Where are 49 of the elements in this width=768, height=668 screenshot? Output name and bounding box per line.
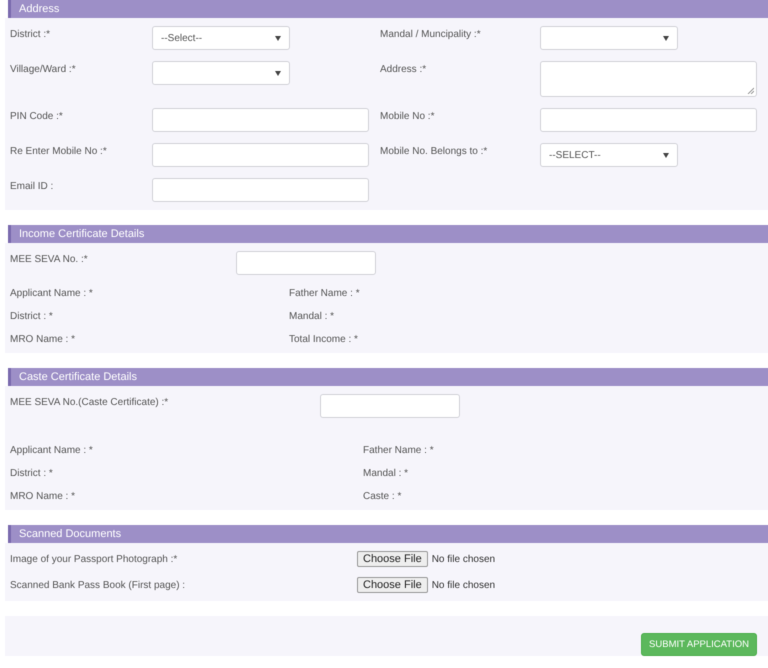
field-label: Mandal / Muncipality :*	[380, 28, 482, 40]
choose-file-button[interactable]: Choose File	[357, 577, 428, 593]
choose-file-button[interactable]: Choose File	[357, 551, 428, 567]
field-label: Father Name : *	[289, 288, 361, 299]
dropdown-caret-icon	[275, 70, 281, 76]
field-label: Mobile No :*	[380, 110, 436, 122]
field-label: District : *	[10, 311, 54, 322]
dropdown[interactable]	[152, 61, 290, 85]
field-label: Address :*	[380, 63, 428, 75]
file-status: No file chosen	[432, 580, 496, 590]
field-label: Applicant Name : *	[10, 288, 94, 299]
field-label: Total Income : *	[289, 334, 359, 345]
field-label: District :*	[10, 28, 51, 40]
dropdown-caret-icon	[663, 36, 669, 40]
resize-grip-icon[interactable]	[747, 87, 754, 94]
section-header: Address	[8, 0, 768, 18]
field-label: Caste : *	[363, 491, 402, 502]
dropdown-caret-icon	[663, 152, 669, 158]
section-header: Caste Certificate Details	[8, 368, 768, 386]
field-label: PIN Code :*	[10, 110, 64, 122]
file-status: No file chosen	[432, 554, 496, 564]
input-field[interactable]	[236, 251, 376, 275]
field-label: MRO Name : *	[10, 491, 76, 502]
input-field[interactable]	[320, 394, 460, 418]
field-label: MEE SEVA No. :*	[10, 253, 89, 267]
input-field[interactable]	[152, 108, 369, 132]
address-field[interactable]	[540, 61, 757, 97]
field-label: District : *	[10, 468, 54, 479]
dropdown[interactable]: --Select--	[152, 26, 290, 50]
field-label: Mobile No. Belongs to :*	[380, 145, 488, 157]
field-label: Father Name : *	[363, 445, 435, 456]
field-label: Scanned Bank Pass Book (First page) :	[10, 580, 186, 590]
field-label: Mandal : *	[363, 468, 410, 479]
field-label: Applicant Name : *	[10, 445, 94, 456]
dropdown[interactable]	[540, 26, 678, 50]
dropdown-caret-icon	[275, 36, 281, 40]
input-field[interactable]	[152, 143, 369, 167]
field-label: Village/Ward :*	[10, 63, 77, 75]
field-label: MEE SEVA No.(Caste Certificate) :*	[10, 396, 170, 410]
field-label: Email ID :	[10, 180, 54, 192]
section-header: Income Certificate Details	[8, 225, 768, 243]
field-label: Re Enter Mobile No :*	[10, 145, 108, 157]
input-field[interactable]	[152, 178, 369, 202]
field-label: MRO Name : *	[10, 334, 76, 345]
section-header: Scanned Documents	[8, 525, 768, 543]
field-label: Image of your Passport Photograph :*	[10, 554, 178, 564]
dropdown[interactable]: --SELECT--	[540, 143, 678, 167]
field-label: Mandal : *	[289, 311, 336, 322]
input-field[interactable]	[540, 108, 757, 132]
